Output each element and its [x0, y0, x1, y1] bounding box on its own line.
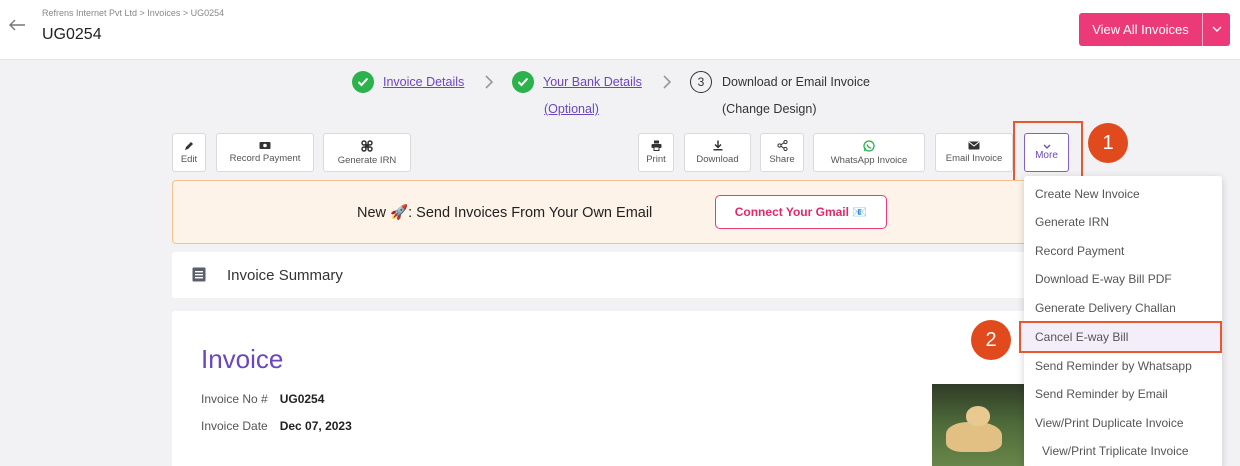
- printer-icon: [651, 140, 661, 151]
- page-title: UG0254: [42, 26, 102, 43]
- money-icon: [259, 142, 271, 149]
- back-arrow-icon[interactable]: [6, 14, 28, 36]
- top-header: Refrens Internet Pvt Ltd > Invoices > UG…: [0, 0, 1240, 60]
- invoice-summary-panel[interactable]: Invoice Summary: [172, 252, 1040, 298]
- print-label: Print: [646, 154, 666, 165]
- invoice-date-value: Dec 07, 2023: [279, 419, 352, 433]
- change-design-link[interactable]: (Change Design): [722, 102, 817, 116]
- document-icon: [192, 267, 206, 282]
- menu-item-duplicate-invoice[interactable]: View/Print Duplicate Invoice: [1035, 416, 1184, 430]
- step-bank-details-link[interactable]: Your Bank Details: [543, 75, 642, 89]
- step-bank-details-optional[interactable]: (Optional): [544, 102, 599, 116]
- envelope-icon: [968, 141, 980, 150]
- more-button[interactable]: More: [1024, 133, 1069, 172]
- edit-button[interactable]: Edit: [172, 133, 206, 172]
- command-icon: [361, 139, 373, 152]
- chevron-right-icon: [485, 75, 494, 89]
- menu-item-generate-delivery-challan[interactable]: Generate Delivery Challan: [1035, 301, 1176, 315]
- step-number: 3: [690, 71, 712, 93]
- banner-text: New 🚀: Send Invoices From Your Own Email: [357, 205, 653, 221]
- menu-item-generate-irn[interactable]: Generate IRN: [1035, 215, 1109, 229]
- share-button[interactable]: Share: [760, 133, 804, 172]
- step-download-email-label: Download or Email Invoice: [722, 75, 870, 89]
- email-invoice-button[interactable]: Email Invoice: [935, 133, 1013, 172]
- more-label: More: [1035, 150, 1058, 161]
- download-icon: [713, 140, 722, 151]
- whatsapp-invoice-button[interactable]: WhatsApp Invoice: [813, 133, 925, 172]
- generate-irn-label: Generate IRN: [337, 154, 397, 166]
- menu-item-download-eway-bill[interactable]: Download E-way Bill PDF: [1035, 272, 1172, 286]
- pencil-icon: [185, 141, 193, 150]
- whatsapp-invoice-label: WhatsApp Invoice: [830, 154, 908, 166]
- step-download-email[interactable]: 3 Download or Email Invoice: [690, 71, 870, 93]
- check-circle-icon: [352, 71, 374, 93]
- download-button[interactable]: Download: [684, 133, 751, 172]
- breadcrumb[interactable]: Refrens Internet Pvt Ltd > Invoices > UG…: [42, 8, 224, 18]
- menu-item-reminder-email[interactable]: Send Reminder by Email: [1035, 387, 1168, 401]
- view-all-invoices-button[interactable]: View All Invoices: [1079, 13, 1230, 46]
- invoice-summary-title: Invoice Summary: [227, 267, 343, 284]
- invoice-number-value: UG0254: [279, 392, 325, 406]
- invoice-date-label: Invoice Date: [201, 419, 268, 433]
- menu-item-create-new-invoice[interactable]: Create New Invoice: [1035, 187, 1140, 201]
- step-invoice-details[interactable]: Invoice Details: [352, 71, 464, 93]
- invoice-number-label: Invoice No #: [201, 392, 268, 406]
- step-invoice-details-link[interactable]: Invoice Details: [383, 75, 464, 89]
- record-payment-label: Record Payment: [229, 153, 301, 164]
- menu-item-reminder-whatsapp[interactable]: Send Reminder by Whatsapp: [1035, 359, 1192, 373]
- gmail-banner: New 🚀: Send Invoices From Your Own Email…: [172, 180, 1040, 244]
- print-button[interactable]: Print: [638, 133, 674, 172]
- share-icon: [776, 140, 788, 151]
- step-badge-1: 1: [1088, 123, 1128, 163]
- check-circle-icon: [512, 71, 534, 93]
- menu-item-record-payment[interactable]: Record Payment: [1035, 244, 1124, 258]
- invoice-preview: Invoice Invoice No # UG0254 Invoice Date D…: [172, 311, 1040, 466]
- generate-irn-button[interactable]: Generate IRN: [323, 133, 411, 172]
- whatsapp-icon: [863, 139, 875, 152]
- view-all-invoices-label: View All Invoices: [1079, 13, 1203, 46]
- invoice-heading: Invoice: [201, 344, 284, 374]
- edit-label: Edit: [180, 153, 198, 165]
- invoice-number-row: Invoice No # UG0254: [201, 392, 324, 406]
- step-badge-2: 2: [971, 320, 1011, 360]
- chevron-right-icon: [663, 75, 672, 89]
- step-bank-details[interactable]: Your Bank Details: [512, 71, 642, 93]
- invoice-date-row: Invoice Date Dec 07, 2023: [201, 419, 352, 433]
- chevron-down-icon[interactable]: [1203, 26, 1230, 33]
- download-label: Download: [696, 154, 739, 165]
- record-payment-button[interactable]: Record Payment: [216, 133, 314, 172]
- share-label: Share: [769, 154, 795, 165]
- menu-item-triplicate-invoice[interactable]: View/Print Triplicate Invoice: [1042, 444, 1189, 458]
- connect-gmail-button[interactable]: Connect Your Gmail 📧: [715, 195, 887, 229]
- email-invoice-label: Email Invoice: [945, 153, 1003, 164]
- menu-item-cancel-eway-bill[interactable]: Cancel E-way Bill: [1035, 330, 1128, 344]
